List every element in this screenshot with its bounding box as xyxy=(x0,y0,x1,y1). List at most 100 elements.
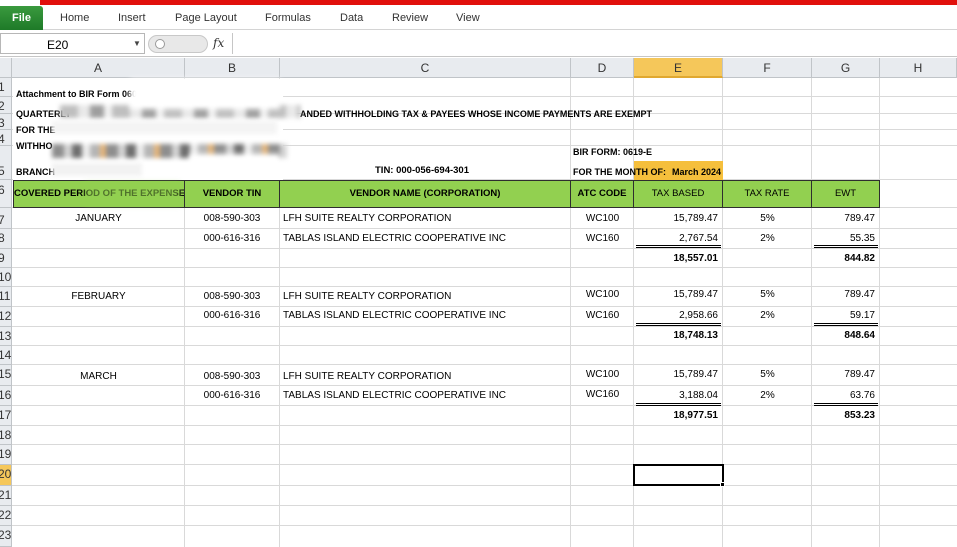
row-header[interactable]: 14 xyxy=(0,346,12,365)
tin-label: TIN: 000-056-694-301 xyxy=(375,165,469,176)
name-box-value: E20 xyxy=(47,38,69,52)
formula-input[interactable] xyxy=(232,33,957,54)
redacted-block xyxy=(52,121,277,134)
table-cell-ewt: 789.47 xyxy=(844,289,875,300)
header-tax-rate: TAX RATE xyxy=(722,180,812,208)
row-header[interactable]: 17 xyxy=(0,406,12,426)
table-cell-tin: 008-590-303 xyxy=(203,291,261,302)
tab-insert[interactable]: Insert xyxy=(118,12,146,24)
month-cell-january: JANUARY xyxy=(75,213,122,224)
column-header-e[interactable]: E xyxy=(634,58,723,78)
row-header[interactable]: 19 xyxy=(0,445,12,465)
row-header[interactable]: 23 xyxy=(0,526,12,547)
row-header[interactable]: 5 xyxy=(0,146,12,180)
chevron-down-icon[interactable]: ▼ xyxy=(133,39,141,48)
formula-bar: E20 ▼ fx xyxy=(0,30,957,57)
redacted-block xyxy=(130,79,280,109)
row-header[interactable]: 7 xyxy=(0,208,12,229)
month-cell-february: FEBRUARY xyxy=(71,291,126,302)
row-header[interactable]: 20 xyxy=(0,465,12,486)
formula-bar-resize-handle[interactable] xyxy=(148,35,208,53)
row-header[interactable]: 10 xyxy=(0,268,12,287)
table-cell-name: TABLAS ISLAND ELECTRIC COOPERATIVE INC xyxy=(283,310,507,321)
table-cell-rate: 5% xyxy=(760,369,775,380)
fill-handle[interactable] xyxy=(720,482,725,487)
ribbon: File Home Insert Page Layout Formulas Da… xyxy=(0,0,957,30)
redacted-block xyxy=(85,183,180,205)
table-cell-rate: 5% xyxy=(760,213,775,224)
table-cell-name: LFH SUITE REALTY CORPORATION xyxy=(283,371,452,382)
circle-icon xyxy=(155,39,165,49)
column-header-h[interactable]: H xyxy=(880,58,957,78)
row-header[interactable]: 22 xyxy=(0,506,12,526)
total-tax-based: 18,557.01 xyxy=(673,253,719,264)
row-header[interactable]: 8 xyxy=(0,229,12,249)
row-header[interactable]: 16 xyxy=(0,386,12,406)
quarterly-title-right: ANDED WITHHOLDING TAX & PAYEES WHOSE INC… xyxy=(300,109,653,119)
table-cell-atc: WC160 xyxy=(585,233,620,244)
header-tax-based: TAX BASED xyxy=(633,180,723,208)
table-cell-tin: 008-590-303 xyxy=(203,371,261,382)
column-header-a[interactable]: A xyxy=(12,58,185,78)
header-vendor-name: VENDOR NAME (CORPORATION) xyxy=(279,180,571,208)
total-tax-based: 18,748.13 xyxy=(673,330,719,341)
row-header[interactable]: 6 xyxy=(0,180,12,208)
column-header-d[interactable]: D xyxy=(571,58,634,78)
table-cell-tin: 008-590-303 xyxy=(203,213,261,224)
table-cell-atc: WC100 xyxy=(585,369,620,380)
column-header-g[interactable]: G xyxy=(812,58,880,78)
table-cell-rate: 5% xyxy=(760,289,775,300)
table-cell-atc: WC160 xyxy=(585,310,620,321)
table-cell-tax-based: 15,789.47 xyxy=(673,289,719,300)
table-cell-ewt: 789.47 xyxy=(844,213,875,224)
row-header[interactable]: 9 xyxy=(0,249,12,268)
row-header[interactable]: 3 xyxy=(0,114,12,130)
row-header[interactable]: 2 xyxy=(0,97,12,114)
insert-function-icon[interactable]: fx xyxy=(213,36,224,50)
tab-data[interactable]: Data xyxy=(340,12,363,24)
select-all-corner[interactable] xyxy=(0,58,12,78)
table-cell-atc: WC160 xyxy=(585,389,620,400)
row-header[interactable]: 11 xyxy=(0,287,12,307)
redacted-block xyxy=(190,154,280,174)
total-ewt: 853.23 xyxy=(844,410,875,421)
table-cell-name: LFH SUITE REALTY CORPORATION xyxy=(283,213,452,224)
table-cell-rate: 2% xyxy=(760,233,775,244)
total-underline xyxy=(636,245,721,248)
row-header[interactable]: 15 xyxy=(0,365,12,386)
table-cell-rate: 2% xyxy=(760,390,775,401)
bir-form-label: BIR FORM: 0619-E xyxy=(573,147,653,157)
tab-page-layout[interactable]: Page Layout xyxy=(175,12,237,24)
row-header[interactable]: 21 xyxy=(0,486,12,506)
redacted-block xyxy=(52,163,142,176)
tab-view[interactable]: View xyxy=(456,12,480,24)
table-cell-tax-based: 15,789.47 xyxy=(673,213,719,224)
file-tab[interactable]: File xyxy=(0,6,43,30)
row-header[interactable]: 12 xyxy=(0,307,12,327)
table-cell-tin: 000-616-316 xyxy=(203,390,261,401)
column-header-b[interactable]: B xyxy=(185,58,280,78)
tab-review[interactable]: Review xyxy=(392,12,428,24)
row-header[interactable]: 18 xyxy=(0,426,12,445)
title-accent-bar xyxy=(40,0,957,5)
header-atc-code: ATC CODE xyxy=(570,180,634,208)
tab-formulas[interactable]: Formulas xyxy=(265,12,311,24)
header-vendor-tin: VENDOR TIN xyxy=(184,180,280,208)
header-ewt: EWT xyxy=(811,180,880,208)
row-header[interactable]: 1 xyxy=(0,78,12,97)
worksheet-grid[interactable]: A B C D E F G H 1 2 3 4 5 6 7 8 9 10 11 … xyxy=(0,58,957,547)
month-cell-march: MARCH xyxy=(80,371,117,382)
total-ewt: 844.82 xyxy=(844,253,875,264)
column-header-f[interactable]: F xyxy=(723,58,812,78)
attachment-title: Attachment to BIR Form 0601 xyxy=(16,89,143,99)
column-header-c[interactable]: C xyxy=(280,58,571,78)
row-header[interactable]: 13 xyxy=(0,327,12,346)
table-cell-atc: WC100 xyxy=(585,289,620,300)
row-header[interactable]: 4 xyxy=(0,130,12,146)
table-cell-atc: WC100 xyxy=(585,213,620,224)
table-cell-ewt: 789.47 xyxy=(844,369,875,380)
tab-home[interactable]: Home xyxy=(60,12,89,24)
name-box[interactable]: E20 ▼ xyxy=(0,33,145,54)
active-cell-e20[interactable] xyxy=(633,464,724,486)
total-tax-based: 18,977.51 xyxy=(673,410,719,421)
